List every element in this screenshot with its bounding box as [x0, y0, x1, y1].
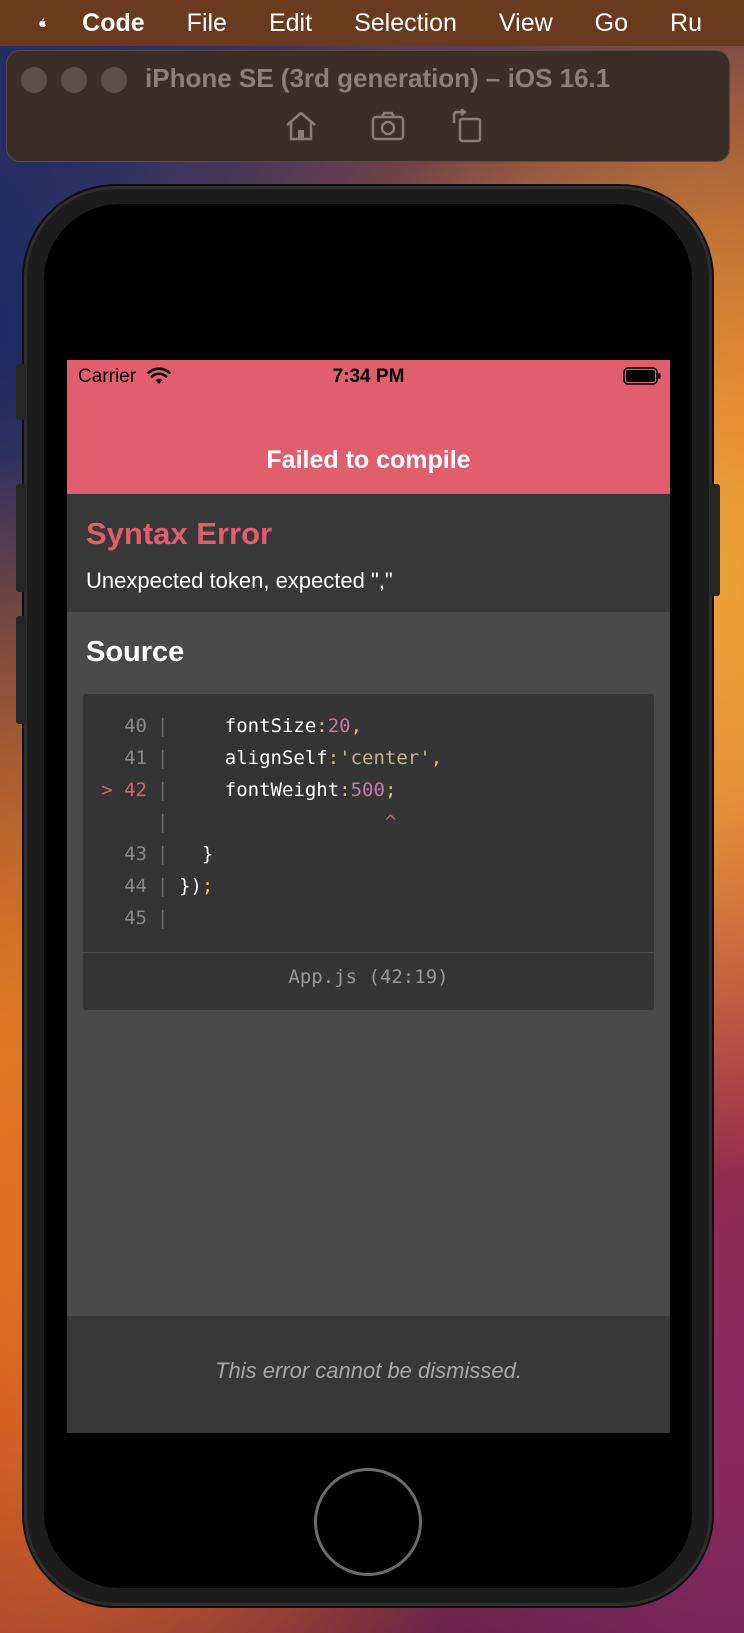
line-source: fontSize:20, — [179, 710, 362, 742]
code-token: , — [350, 715, 363, 737]
error-type: Syntax Error — [86, 516, 273, 551]
menu-code[interactable]: Code — [82, 9, 145, 38]
simulator-titlebar: iPhone SE (3rd generation) – iOS 16.1 — [6, 50, 730, 162]
footer-message: This error cannot be dismissed. — [215, 1358, 522, 1383]
code-line: 41 | alignSelf:'center', — [83, 742, 654, 774]
line-gutter: | — [157, 875, 169, 897]
code-line: 44 |}); — [83, 870, 654, 902]
line-number: 43 — [124, 843, 147, 865]
code-divider — [83, 952, 654, 953]
device-home-button[interactable] — [314, 1468, 422, 1576]
line-number: 44 — [124, 875, 147, 897]
screenshot-icon[interactable] — [370, 109, 406, 143]
battery-icon — [623, 367, 661, 385]
line-gutter: | — [157, 907, 169, 929]
code-token: ; — [384, 779, 397, 801]
page-title: Failed to compile — [266, 446, 471, 474]
code-line: | ^ — [83, 806, 654, 838]
code-token: 'center' — [339, 747, 431, 769]
code-line: 43 | } — [83, 838, 654, 870]
line-source: } — [179, 838, 213, 870]
line-gutter: | — [157, 779, 169, 801]
menu-selection[interactable]: Selection — [354, 9, 457, 38]
code-lines: 40 | fontSize:20, 41 | alignSelf:'center', >… — [83, 710, 654, 934]
line-source: alignSelf:'center', — [179, 742, 442, 774]
error-message: Unexpected token, expected "," — [86, 568, 393, 593]
code-token: fontSize — [179, 715, 317, 737]
close-window-button[interactable] — [21, 67, 47, 93]
code-frame[interactable]: 40 | fontSize:20, 41 | alignSelf:'center', >… — [83, 694, 654, 1010]
status-bar: Carrier 7:34 PM — [67, 360, 670, 394]
line-source: ^ — [179, 806, 396, 838]
line-number: 45 — [124, 907, 147, 929]
code-file-reference[interactable]: App.js (42:19) — [83, 966, 654, 988]
volume-down-button[interactable] — [16, 616, 26, 724]
line-gutter: | — [157, 715, 169, 737]
volume-up-button[interactable] — [16, 484, 26, 592]
home-icon[interactable] — [283, 109, 319, 143]
menu-run[interactable]: Ru — [670, 9, 702, 38]
menu-go[interactable]: Go — [595, 9, 628, 38]
minimize-window-button[interactable] — [61, 67, 87, 93]
code-token: : — [316, 715, 328, 737]
zoom-window-button[interactable] — [101, 67, 127, 93]
device-screen: Failed to compile Carrier 7:34 PM Syntax… — [67, 360, 670, 1433]
menu-file[interactable]: File — [187, 9, 227, 38]
simulator-title: iPhone SE (3rd generation) – iOS 16.1 — [145, 63, 611, 93]
menu-view[interactable]: View — [499, 9, 553, 38]
line-number: 40 — [124, 715, 147, 737]
line-source: fontWeight:500; — [179, 774, 397, 806]
line-gutter: | — [157, 747, 169, 769]
code-token: } — [179, 843, 214, 865]
code-token: alignSelf — [179, 747, 328, 769]
code-token: : — [327, 747, 340, 769]
menu-edit[interactable]: Edit — [269, 9, 312, 38]
dismiss-footer: This error cannot be dismissed. — [67, 1316, 670, 1433]
line-number: 41 — [124, 747, 147, 769]
error-summary: Syntax Error Unexpected token, expected … — [67, 494, 670, 612]
source-heading: Source — [86, 636, 185, 668]
rotate-icon[interactable] — [450, 109, 486, 143]
code-token: 20 — [327, 715, 351, 737]
menu-bar: Code File Edit Selection View Go Ru — [0, 0, 744, 46]
code-token: : — [339, 779, 351, 801]
apple-logo-icon[interactable] — [38, 7, 46, 39]
code-token: }) — [179, 875, 202, 897]
line-gutter: | — [157, 843, 169, 865]
line-number: > 42 — [101, 779, 147, 801]
code-token: ; — [201, 875, 214, 897]
status-time: 7:34 PM — [332, 366, 405, 387]
code-token: , — [430, 747, 443, 769]
mute-switch[interactable] — [16, 364, 26, 420]
code-token: 500 — [350, 779, 385, 801]
code-token: ^ — [179, 811, 397, 833]
code-line: 40 | fontSize:20, — [83, 710, 654, 742]
line-source: }); — [179, 870, 213, 902]
code-token: fontWeight — [179, 779, 340, 801]
code-line: 45 | — [83, 902, 654, 934]
power-button[interactable] — [710, 484, 720, 596]
line-gutter: | — [157, 811, 169, 833]
code-line: > 42 | fontWeight:500; — [83, 774, 654, 806]
